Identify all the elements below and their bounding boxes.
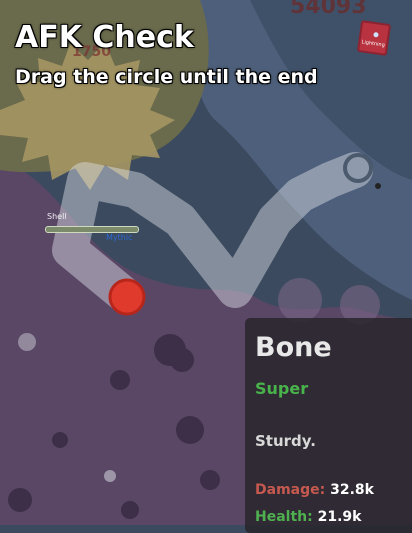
petal-tooltip: Bone Super Sturdy. Damage: 32.8k Health:… [245,318,412,533]
player-health-bar [45,226,139,233]
petal-name: Bone [255,332,332,363]
petal-rarity: Super [255,379,309,398]
afk-check-subtitle: Drag the circle until the end [15,66,318,88]
player-name: Shell [47,212,67,221]
damage-label: Damage: [255,482,326,498]
card-label: Lightning [361,39,386,49]
damage-value: 32.8k [330,482,374,498]
petal-description: Sturdy. [255,432,316,450]
rock-blob [110,370,130,390]
player-rarity: Mythic [106,233,133,242]
drag-handle-red-circle-icon[interactable] [108,278,146,316]
rock-blob [121,501,139,519]
health-stat: Health: 21.9k [255,509,361,525]
score-counter: 54093 [290,0,367,19]
rock-blob [170,348,194,372]
small-mob [375,183,381,189]
rock-blob [52,432,68,448]
rock-blob [176,416,204,444]
afk-check-title: AFK Check [15,20,194,55]
lightning-card-icon: Lightning [356,20,392,56]
lightning-orb-icon [373,31,379,38]
mist-blob [278,278,322,322]
small-mob [104,470,116,482]
damage-stat: Damage: 32.8k [255,482,374,498]
rock-blob [200,470,220,490]
small-mob [18,333,36,351]
rock-blob [8,488,32,512]
health-label: Health: [255,509,313,525]
health-value: 21.9k [317,509,362,525]
